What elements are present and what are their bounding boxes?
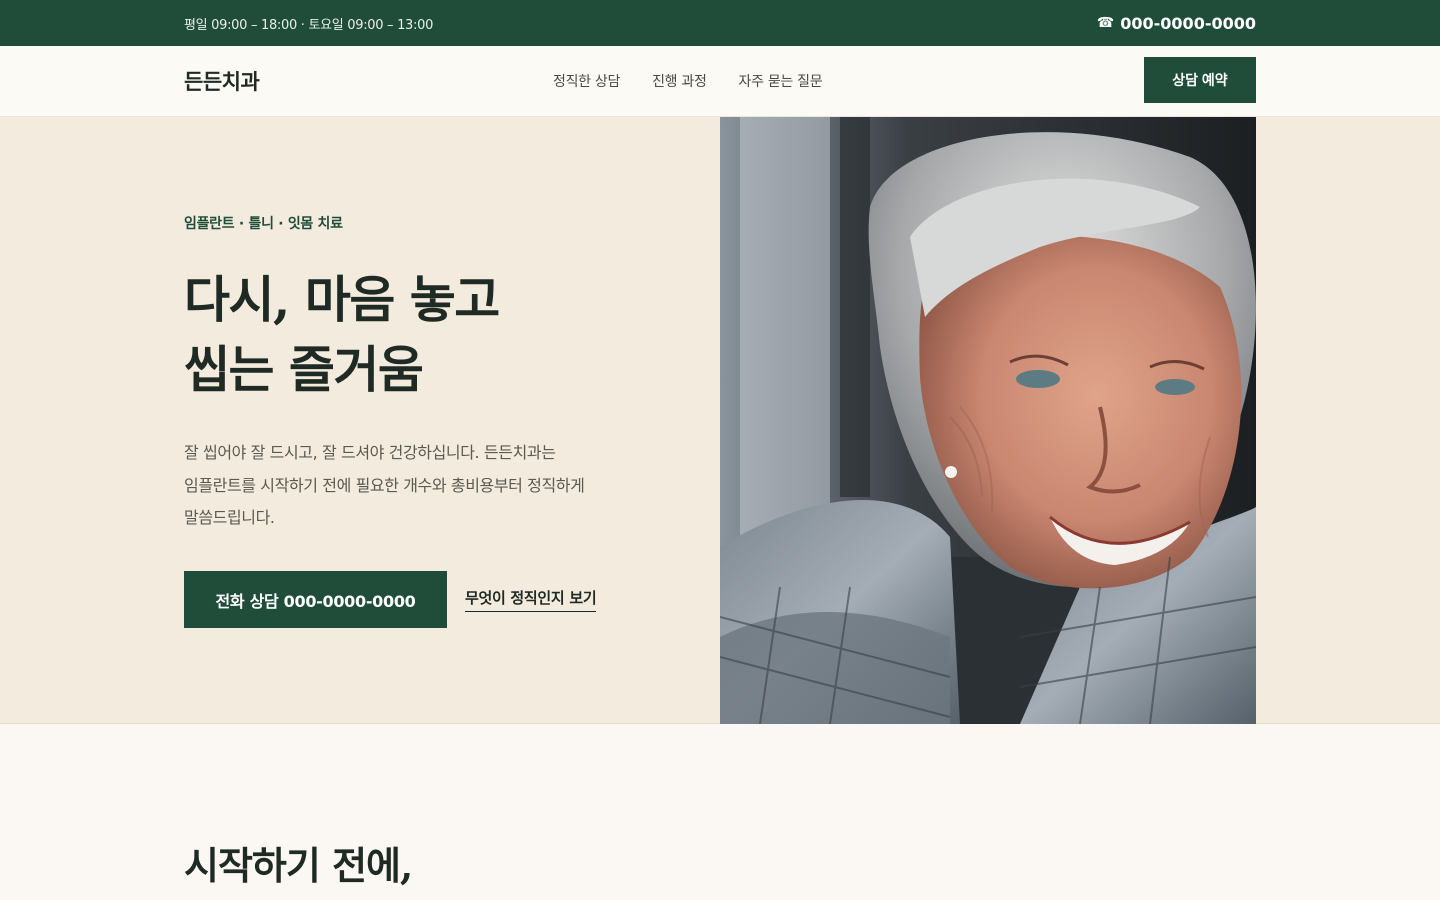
intro-heading: 시작하기 전에, xyxy=(184,843,413,888)
office-hours: 평일 09:00 – 18:00 · 토요일 09:00 – 13:00 xyxy=(184,17,434,33)
nav-item-process[interactable]: 진행 과정 xyxy=(652,71,707,91)
hero-portrait-photo xyxy=(720,117,1256,724)
hero-desc-line1: 잘 씹어야 잘 드시고, 잘 드셔야 건강하십니다. 든든치과는 xyxy=(184,443,556,462)
hero-description: 잘 씹어야 잘 드시고, 잘 드셔야 건강하십니다. 든든치과는 임플란트를 시… xyxy=(184,437,664,535)
hero-title-line1: 다시, 마음 놓고 xyxy=(184,270,500,329)
nav-item-faq[interactable]: 자주 묻는 질문 xyxy=(739,71,823,91)
nav-item-honest-consult[interactable]: 정직한 상담 xyxy=(553,71,620,91)
phone-consult-button[interactable]: 전화 상담 000-0000-0000 xyxy=(184,571,447,628)
book-consult-button[interactable]: 상담 예약 xyxy=(1144,57,1256,103)
nav-menu: 정직한 상담 진행 과정 자주 묻는 질문 xyxy=(553,71,823,91)
hero-desc-line2: 임플란트를 시작하기 전에 필요한 개수와 총비용부터 정직하게 xyxy=(184,475,585,495)
what-is-honesty-link[interactable]: 무엇이 정직인지 보기 xyxy=(465,587,597,612)
top-phone-link[interactable]: ☎ 000-0000-0000 xyxy=(1097,14,1256,33)
top-phone-number: 000-0000-0000 xyxy=(1120,13,1256,33)
hero-eyebrow: 임플란트 · 틀니 · 잇몸 치료 xyxy=(184,216,343,232)
intro-section: 시작하기 전에, xyxy=(0,724,1440,900)
hero-copy: 임플란트 · 틀니 · 잇몸 치료 다시, 마음 놓고 씹는 즐거움 잘 씹어야… xyxy=(184,213,664,535)
hero-actions: 전화 상담 000-0000-0000 무엇이 정직인지 보기 xyxy=(184,571,597,628)
hero-title-line2: 씹는 즐거움 xyxy=(184,340,424,399)
phone-icon: ☎ xyxy=(1096,15,1115,31)
clinic-logo[interactable]: 든든치과 xyxy=(184,66,260,96)
portrait-illustration xyxy=(720,117,1256,724)
top-info-bar: 평일 09:00 – 18:00 · 토요일 09:00 – 13:00 ☎ 0… xyxy=(0,0,1440,46)
hero-section: 임플란트 · 틀니 · 잇몸 치료 다시, 마음 놓고 씹는 즐거움 잘 씹어야… xyxy=(0,117,1440,724)
hero-desc-line3: 말씀드립니다. xyxy=(184,508,275,527)
main-navigation: 든든치과 정직한 상담 진행 과정 자주 묻는 질문 상담 예약 xyxy=(0,46,1440,117)
hero-title: 다시, 마음 놓고 씹는 즐거움 xyxy=(184,265,664,405)
